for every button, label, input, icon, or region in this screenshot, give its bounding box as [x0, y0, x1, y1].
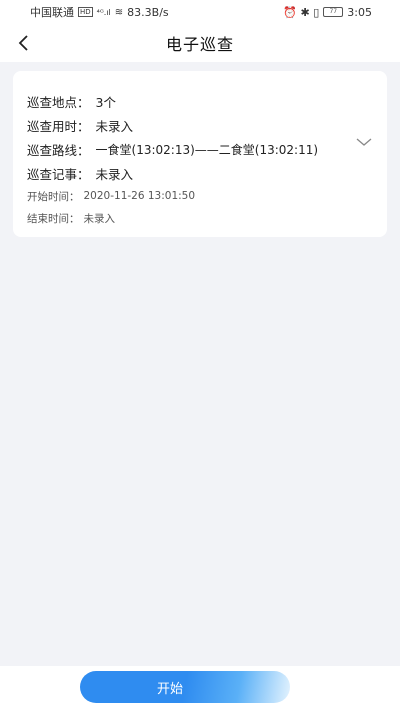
status-bar: 中国联通 HD ⁴ᴳ.ıl ≋ 83.3B/s ⏰ ✱ ▯ 77 3:05 — [0, 0, 400, 24]
duration-row: 巡查用时： 未录入 — [27, 113, 373, 137]
clock: 3:05 — [347, 5, 372, 19]
note-row: 巡查记事： 未录入 — [27, 161, 373, 185]
start-time-label: 开始时间： — [27, 190, 80, 203]
start-time-row: 开始时间： 2020-11-26 13:01:50 — [27, 185, 373, 207]
alarm-bluetooth-vibrate-icon: ⏰ ✱ ▯ — [283, 5, 320, 19]
status-right: ⏰ ✱ ▯ 77 3:05 — [283, 6, 372, 19]
nav-bar: 电子巡查 — [0, 24, 400, 62]
route-row: 巡查路线： 一食堂(13:02:13)——二食堂(13:02:11) — [27, 137, 373, 161]
page-title: 电子巡查 — [165, 35, 234, 54]
patrol-info-card: 巡查地点： 3个 巡查用时： 未录入 巡查路线： 一食堂(13:02:13)——… — [13, 71, 387, 237]
duration-label: 巡查用时： — [27, 118, 90, 134]
chevron-left-icon — [18, 35, 28, 51]
note-label: 巡查记事： — [27, 166, 90, 182]
chevron-down-icon — [356, 138, 372, 146]
end-time-row: 结束时间： 未录入 — [27, 207, 373, 229]
wifi-icon: ≋ — [114, 6, 124, 18]
network-speed: 83.3B/s — [127, 5, 169, 19]
start-button[interactable]: 开始 — [80, 671, 290, 703]
route-expand-button[interactable] — [355, 133, 373, 151]
note-value: 未录入 — [95, 166, 134, 182]
carrier-name: 中国联通 — [30, 6, 74, 19]
end-time-label: 结束时间： — [27, 212, 80, 225]
location-row: 巡查地点： 3个 — [27, 89, 373, 113]
route-value: 一食堂(13:02:13)——二食堂(13:02:11) — [95, 142, 319, 157]
duration-value: 未录入 — [95, 118, 134, 134]
location-label: 巡查地点： — [27, 94, 90, 110]
battery-icon: 77 — [323, 7, 344, 17]
hd-icon: HD — [78, 7, 93, 17]
back-button[interactable] — [12, 31, 36, 55]
route-label: 巡查路线： — [27, 142, 90, 158]
status-left: 中国联通 HD ⁴ᴳ.ıl ≋ 83.3B/s — [30, 4, 169, 20]
end-time-value: 未录入 — [83, 212, 116, 225]
location-value: 3个 — [95, 94, 116, 110]
start-time-value: 2020-11-26 13:01:50 — [83, 190, 196, 202]
signal-icon: ⁴ᴳ.ıl — [96, 7, 111, 17]
